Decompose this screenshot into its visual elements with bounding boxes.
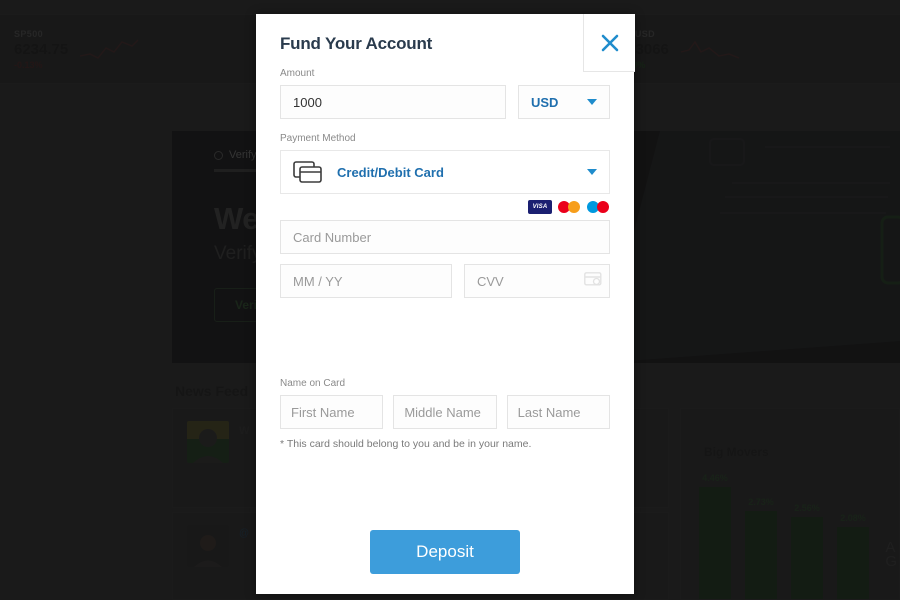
card-brand-logos: VISA xyxy=(280,200,610,214)
payment-method-select[interactable]: Credit/Debit Card xyxy=(280,150,610,194)
name-on-card-row: First Name Middle Name Last Name xyxy=(280,395,610,429)
name-on-card-label: Name on Card xyxy=(280,378,346,389)
modal-footer: Deposit xyxy=(256,530,634,594)
maestro-icon xyxy=(586,200,610,214)
visa-icon: VISA xyxy=(528,200,552,214)
credit-card-icon xyxy=(293,161,322,183)
close-icon xyxy=(601,34,618,51)
currency-select[interactable]: USD xyxy=(518,85,610,119)
fund-account-modal: Fund Your Account Amount 1000 USD Paymen… xyxy=(256,14,635,594)
modal-header: Fund Your Account xyxy=(256,14,635,72)
card-ownership-note: * This card should belong to you and be … xyxy=(280,438,532,450)
last-name-input[interactable]: Last Name xyxy=(506,395,610,429)
deposit-button[interactable]: Deposit xyxy=(370,530,520,574)
card-expiry-cvv-row: MM / YY CVV xyxy=(280,264,610,298)
card-number-row: Card Number xyxy=(280,220,610,254)
card-cvv-icon xyxy=(584,272,602,286)
card-expiry-input[interactable]: MM / YY xyxy=(280,264,452,298)
payment-method-value: Credit/Debit Card xyxy=(337,164,444,180)
amount-label: Amount xyxy=(280,68,315,79)
middle-name-input[interactable]: Middle Name xyxy=(393,395,497,429)
first-name-input[interactable]: First Name xyxy=(280,395,384,429)
currency-value: USD xyxy=(531,94,559,110)
chevron-down-icon xyxy=(587,169,597,175)
card-number-input[interactable]: Card Number xyxy=(280,220,610,254)
payment-method-label: Payment Method xyxy=(280,133,356,144)
amount-row: 1000 USD xyxy=(280,85,610,119)
page-title: Fund Your Account xyxy=(280,34,433,53)
modal-body: Amount 1000 USD Payment Method Credit/De… xyxy=(256,54,634,530)
amount-input[interactable]: 1000 xyxy=(280,85,506,119)
mastercard-icon xyxy=(557,200,581,214)
app-root: SP500 6234.75 -0.13% BTCUSD 66166.24 -0.… xyxy=(0,0,900,600)
chevron-down-icon xyxy=(587,99,597,105)
form-spacer xyxy=(280,298,610,364)
